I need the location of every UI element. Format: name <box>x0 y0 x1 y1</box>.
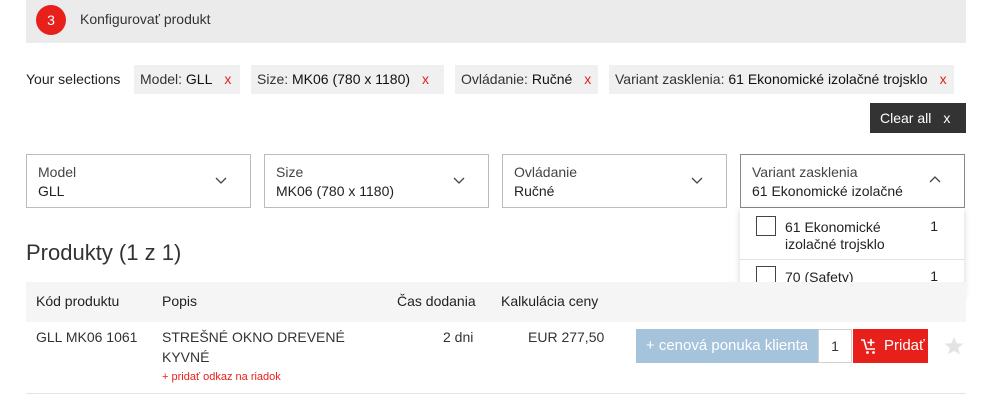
products-heading: Produkty (1 z 1) <box>26 240 182 265</box>
filter-ovladanie-dropdown[interactable]: Ovládanie Ručné <box>502 154 727 208</box>
remove-variant-x-icon[interactable]: x <box>940 65 947 94</box>
filter-value: MK06 (780 x 1180) <box>276 183 395 199</box>
add-line-link[interactable]: + pridať odkaz na riadok <box>162 371 281 384</box>
product-description: STREŠNÉ OKNO DREVENÉ KYVNÉ <box>162 329 345 365</box>
filter-value: GLL <box>38 183 65 199</box>
filter-model-dropdown[interactable]: Model GLL <box>26 154 251 208</box>
price: EUR 277,50 <box>528 329 605 345</box>
filter-label: Variant zasklenia <box>752 164 858 180</box>
chevron-up-icon <box>929 176 941 183</box>
filter-value: Ručné <box>514 183 555 199</box>
selection-chip-ovladanie: Ovládanie: Ručné x <box>455 65 598 94</box>
chip-key: Size: <box>257 71 293 87</box>
filter-size-dropdown[interactable]: Size MK06 (780 x 1180) <box>264 154 489 208</box>
add-to-cart-button[interactable]: Pridať <box>853 329 928 363</box>
filter-value: 61 Ekonomické izolačné <box>752 183 903 199</box>
chevron-down-icon <box>215 177 227 184</box>
close-icon: x <box>943 110 951 126</box>
option-count: 1 <box>930 218 938 234</box>
row-divider <box>26 393 966 394</box>
product-code: GLL MK06 1061 <box>36 329 138 345</box>
chip-key: Ovládanie: <box>461 71 532 87</box>
clear-all-label: Clear all <box>880 110 932 126</box>
client-quote-button[interactable]: + cenová ponuka klienta <box>636 329 818 363</box>
chip-value: 61 Ekonomické izolačné trojsklo <box>728 71 928 87</box>
chip-value: MK06 (780 x 1180) <box>292 71 411 87</box>
remove-size-x-icon[interactable]: x <box>422 65 429 94</box>
option-label: 61 Ekonomické izolačné trojsklo <box>785 219 885 252</box>
option-checkbox[interactable] <box>756 216 776 236</box>
chevron-down-icon <box>453 177 465 184</box>
filter-label: Size <box>276 164 304 180</box>
remove-ovladanie-x-icon[interactable]: x <box>584 65 591 94</box>
step-title: Konfigurovať produkt <box>80 11 211 27</box>
step-number-badge: 3 <box>36 5 66 35</box>
column-header-code: Kód produktu <box>36 293 120 309</box>
clear-all-button[interactable]: Clear all x <box>870 103 966 133</box>
column-header-description: Popis <box>162 293 198 309</box>
column-header-price: Kalkulácia ceny <box>501 293 599 309</box>
favorite-star-icon[interactable] <box>943 335 965 357</box>
chip-key: Variant zasklenia: <box>615 71 729 87</box>
selection-chip-model: Model: GLL x <box>134 65 240 94</box>
cart-add-icon <box>861 339 875 354</box>
filter-label: Model <box>38 164 77 180</box>
delivery-time: 2 dni <box>443 329 474 345</box>
selection-chip-variant: Variant zasklenia: 61 Ekonomické izolačn… <box>609 65 954 94</box>
chip-key: Model: <box>140 71 186 87</box>
chevron-down-icon <box>691 177 703 184</box>
chip-value: Ručné <box>531 71 573 87</box>
column-header-delivery: Čas dodania <box>397 293 476 309</box>
filter-variant-dropdown[interactable]: Variant zasklenia 61 Ekonomické izolačné <box>740 154 965 208</box>
chip-value: GLL <box>185 71 213 87</box>
selections-label: Your selections <box>26 71 121 87</box>
selection-chip-size: Size: MK06 (780 x 1180) x <box>251 65 444 94</box>
remove-model-x-icon[interactable]: x <box>224 65 231 94</box>
variant-option[interactable]: 61 Ekonomické izolačné trojsklo 1 <box>740 208 964 259</box>
add-button-label: Pridať <box>884 337 925 354</box>
filter-label: Ovládanie <box>514 164 578 180</box>
quantity-input[interactable]: 1 <box>818 329 852 363</box>
